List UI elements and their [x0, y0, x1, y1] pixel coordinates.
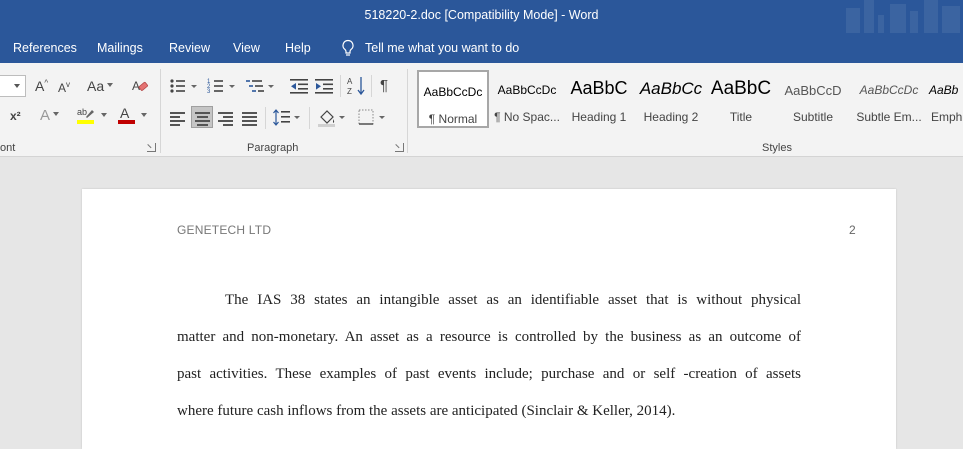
superscript-button[interactable]: x²: [10, 109, 21, 123]
font-group-label: ont: [0, 142, 16, 154]
svg-text:Z: Z: [347, 87, 352, 96]
style-heading-1[interactable]: AaBbC Heading 1: [563, 70, 635, 128]
style-title[interactable]: AaBbC Title: [707, 70, 775, 128]
paragraph-dialog-launcher[interactable]: [395, 143, 404, 152]
paragraph-line: where future cash inflows from the asset…: [177, 403, 676, 419]
shrink-font-button[interactable]: Av: [58, 80, 70, 95]
bullets-icon[interactable]: [169, 77, 203, 95]
styles-gallery: AaBbCcDc ¶ Normal AaBbCcDc ¶ No Spac... …: [415, 70, 963, 130]
grow-font-button[interactable]: A^: [35, 78, 48, 94]
svg-text:A: A: [120, 105, 130, 121]
separator: [340, 75, 341, 97]
multilevel-list-icon[interactable]: [246, 77, 280, 95]
page-header-text: GENETECH LTD: [177, 223, 272, 237]
paragraph-line: matter and non-monetary. An asset as a r…: [177, 329, 801, 345]
separator: [371, 75, 372, 97]
align-center-button[interactable]: [191, 106, 213, 128]
svg-text:A: A: [132, 79, 140, 93]
style-subtitle[interactable]: AaBbCcD Subtitle: [775, 70, 851, 128]
document-area: GENETECH LTD 2 The IAS 38 states an inta…: [0, 157, 963, 449]
title-bar: 518220-2.doc [Compatibility Mode] - Word: [0, 0, 963, 33]
group-separator: [407, 69, 408, 153]
justify-button[interactable]: [239, 107, 261, 129]
highlighter-icon: ab: [77, 107, 94, 124]
tell-me-search[interactable]: Tell me what you want to do: [338, 38, 519, 58]
font-color-icon: A: [118, 105, 135, 124]
font-size-dropdown[interactable]: [0, 75, 26, 97]
font-dialog-launcher[interactable]: [147, 143, 156, 152]
line-spacing-icon[interactable]: [272, 108, 304, 128]
page-number: 2: [849, 223, 856, 237]
tab-help[interactable]: Help: [285, 41, 311, 55]
style-normal[interactable]: AaBbCcDc ¶ Normal: [417, 70, 489, 128]
tab-references[interactable]: References: [13, 41, 77, 55]
tab-mailings[interactable]: Mailings: [97, 41, 143, 55]
borders-icon[interactable]: [357, 108, 389, 128]
separator: [309, 107, 310, 129]
title-bar-decoration: [838, 0, 963, 33]
group-separator: [160, 69, 161, 153]
change-case-button[interactable]: Aa: [87, 78, 114, 94]
text-effects-button[interactable]: A: [40, 107, 60, 124]
document-page[interactable]: GENETECH LTD 2 The IAS 38 states an inta…: [82, 189, 896, 449]
paragraph-group-label: Paragraph: [247, 142, 299, 154]
styles-group-label: Styles: [762, 142, 792, 154]
shading-icon[interactable]: [317, 108, 349, 128]
style-emphasis[interactable]: AaBb Emph: [927, 70, 963, 128]
document-body[interactable]: The IAS 38 states an intangible asset as…: [177, 287, 801, 435]
tab-review[interactable]: Review: [169, 41, 210, 55]
eraser-icon[interactable]: A: [131, 77, 149, 95]
tell-me-text: Tell me what you want to do: [365, 41, 520, 55]
show-formatting-marks-icon[interactable]: ¶: [380, 77, 388, 94]
numbering-icon[interactable]: 1 2 3: [207, 77, 241, 95]
separator: [265, 107, 266, 129]
decrease-indent-icon[interactable]: [290, 77, 310, 95]
font-color-button[interactable]: A: [117, 105, 147, 129]
style-no-spacing[interactable]: AaBbCcDc ¶ No Spac...: [491, 70, 563, 128]
ribbon-tabs: References Mailings Review View Help Tel…: [0, 33, 963, 63]
svg-text:3: 3: [207, 89, 211, 95]
window-title: 518220-2.doc [Compatibility Mode] - Word: [364, 8, 599, 22]
style-heading-2[interactable]: AaBbCc Heading 2: [635, 70, 707, 128]
paragraph-line: past activities. These examples of past …: [177, 366, 801, 382]
increase-indent-icon[interactable]: [315, 77, 335, 95]
highlight-color-button[interactable]: ab: [76, 105, 107, 129]
tab-view[interactable]: View: [233, 41, 260, 55]
align-right-button[interactable]: [215, 107, 237, 129]
svg-text:A: A: [347, 77, 353, 86]
svg-text:ab: ab: [77, 107, 87, 117]
sort-icon[interactable]: A Z: [347, 75, 367, 97]
lightbulb-icon: [342, 39, 354, 56]
paragraph-line: The IAS 38 states an intangible asset as…: [225, 292, 801, 308]
style-subtle-emphasis[interactable]: AaBbCcDc Subtle Em...: [851, 70, 927, 128]
align-left-button[interactable]: [167, 107, 189, 129]
